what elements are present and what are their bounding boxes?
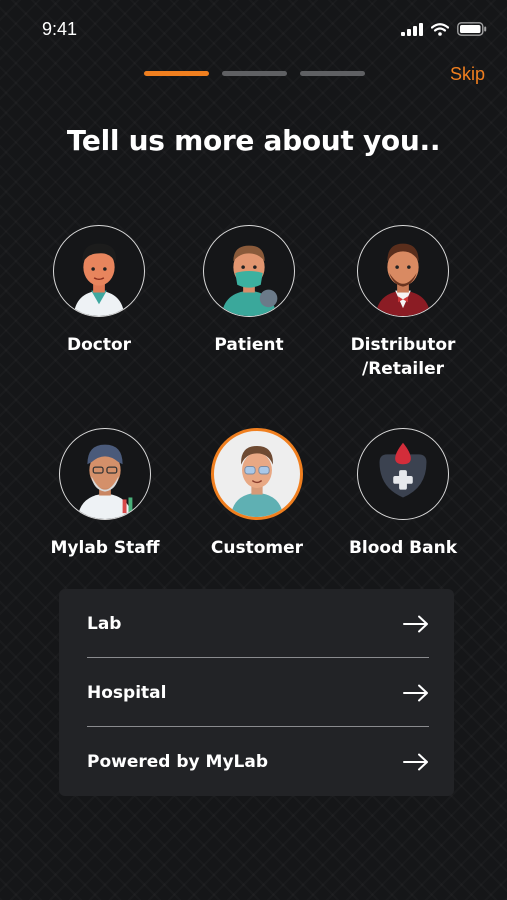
arrow-right-icon <box>403 684 428 701</box>
signal-icon <box>401 22 423 36</box>
mylab-staff-avatar-icon <box>59 428 151 520</box>
role-doctor[interactable]: Doctor <box>24 225 174 357</box>
role-label: Patient <box>214 335 284 355</box>
role-label: Mylab Staff <box>50 538 160 558</box>
progress-step-1 <box>144 71 209 76</box>
list-item-label: Lab <box>87 613 122 634</box>
page-title: Tell us more about you.. <box>66 124 441 157</box>
role-customer[interactable]: Customer <box>182 428 332 560</box>
progress-step-3 <box>300 71 365 76</box>
list-item-lab[interactable]: Lab <box>87 589 429 658</box>
role-label: Customer <box>210 538 304 558</box>
wifi-icon <box>431 22 449 36</box>
status-bar: 9:41 <box>0 0 507 60</box>
distributor-avatar-icon <box>357 225 449 317</box>
patient-avatar-icon <box>203 225 295 317</box>
role-label: Blood Bank <box>348 538 458 558</box>
skip-button[interactable]: Skip <box>450 64 485 85</box>
blood-bank-icon <box>357 428 449 520</box>
role-distributor-retailer[interactable]: Distributor /Retailer <box>328 225 478 381</box>
options-list: Lab Hospital Powered by MyLab <box>59 589 454 796</box>
role-blood-bank[interactable]: Blood Bank <box>328 428 478 560</box>
status-icons <box>401 22 487 36</box>
customer-avatar-icon <box>211 428 303 520</box>
list-item-hospital[interactable]: Hospital <box>87 658 429 727</box>
list-item-powered-by-mylab[interactable]: Powered by MyLab <box>87 727 429 796</box>
role-label: Distributor /Retailer <box>350 335 456 379</box>
progress-step-2 <box>222 71 287 76</box>
arrow-right-icon <box>403 753 428 770</box>
role-mylab-staff[interactable]: Mylab Staff <box>30 428 180 560</box>
list-item-label: Hospital <box>87 682 167 703</box>
status-time: 9:41 <box>42 19 78 39</box>
onboarding-progress <box>144 71 365 76</box>
arrow-right-icon <box>403 615 428 632</box>
role-patient[interactable]: Patient <box>174 225 324 357</box>
role-label: Doctor <box>66 335 132 355</box>
doctor-avatar-icon <box>53 225 145 317</box>
list-item-label: Powered by MyLab <box>87 751 269 772</box>
battery-icon <box>457 22 487 36</box>
